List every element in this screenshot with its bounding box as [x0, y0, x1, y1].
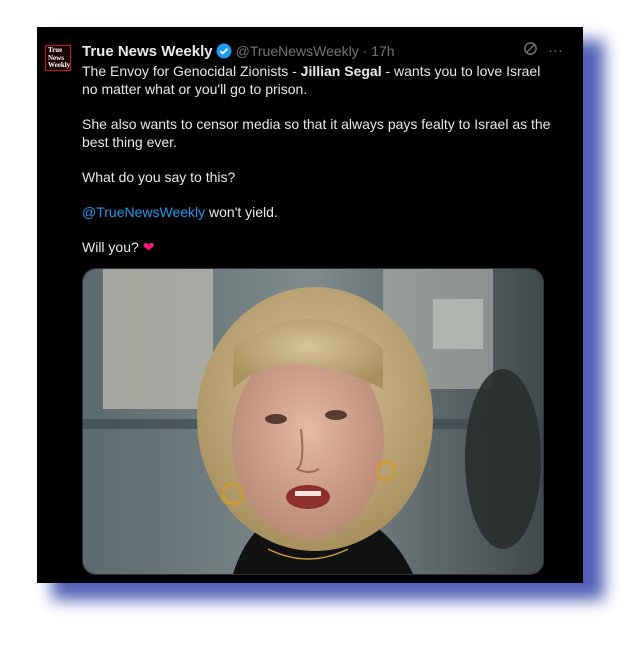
grok-icon[interactable]	[523, 41, 538, 60]
tweet-text: The Envoy for Genocidal Zionists - Jilli…	[82, 62, 552, 273]
text-segment: won't yield.	[205, 204, 278, 220]
mention-link[interactable]: @TrueNewsWeekly	[82, 204, 205, 220]
tweet-header: True News Weekly @TrueNewsWeekly · 17h ·…	[82, 41, 563, 61]
paragraph-3: What do you say to this?	[82, 169, 236, 185]
paragraph-2: She also wants to censor media so that i…	[82, 116, 551, 150]
display-name[interactable]: True News Weekly	[82, 43, 213, 60]
tweet-photo[interactable]	[82, 268, 544, 575]
text-segment: The Envoy for Genocidal Zionists -	[82, 63, 301, 79]
paragraph-1: The Envoy for Genocidal Zionists - Jilli…	[82, 62, 552, 98]
bold-name: Jillian Segal	[300, 63, 382, 79]
avatar-label: True News Weekly	[48, 46, 71, 69]
tweet-card[interactable]: True News Weekly True News Weekly @TrueN…	[37, 27, 583, 583]
verified-badge-icon	[216, 43, 232, 59]
photo-portrait-icon	[83, 269, 543, 574]
handle-timestamp[interactable]: @TrueNewsWeekly · 17h	[236, 43, 395, 59]
paragraph-5: Will you? ❤	[82, 238, 552, 256]
paragraph-4: @TrueNewsWeekly won't yield.	[82, 203, 552, 221]
more-options-icon[interactable]: ···	[548, 42, 563, 59]
header-actions: ···	[523, 41, 563, 60]
avatar[interactable]: True News Weekly	[45, 45, 71, 71]
text-segment: Will you?	[82, 239, 139, 255]
heart-icon: ❤	[142, 239, 155, 255]
